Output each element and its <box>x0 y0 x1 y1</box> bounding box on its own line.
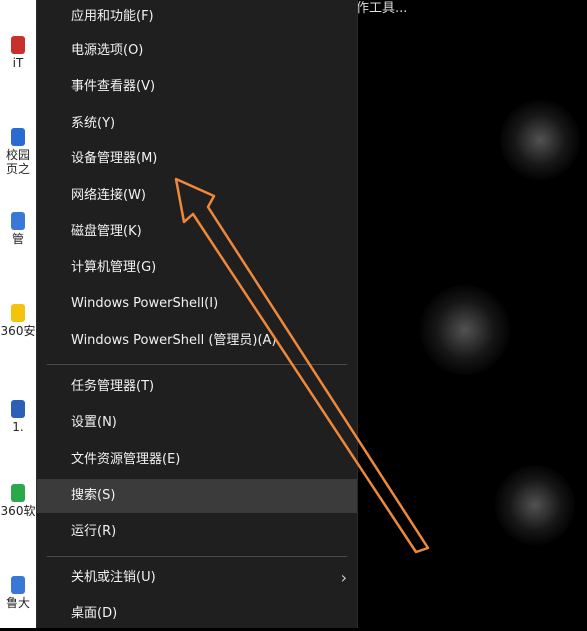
menu-item-powershell-admin[interactable]: Windows PowerShell (管理员)(A) <box>37 324 357 358</box>
document-icon <box>11 400 25 418</box>
menu-item-settings[interactable]: 设置(N) <box>37 406 357 440</box>
desktop-icon-strip: iT 校园 页之 管 360安 1. 360软 鲁大 <box>0 0 36 628</box>
menu-item-search[interactable]: 搜索(S) <box>37 479 357 513</box>
desktop-icon[interactable]: 校园 页之 <box>0 128 36 176</box>
shortcut-icon <box>11 128 25 146</box>
menu-item-system[interactable]: 系统(Y) <box>37 107 357 141</box>
menu-separator <box>47 364 347 365</box>
app-icon <box>11 36 25 54</box>
menu-item-file-explorer[interactable]: 文件资源管理器(E) <box>37 443 357 477</box>
window-title-fragment: 作工具... <box>356 1 408 16</box>
menu-item-power-options[interactable]: 电源选项(O) <box>37 34 357 68</box>
chevron-right-icon: › <box>340 568 347 587</box>
blurred-desktop-icon <box>500 100 580 180</box>
desktop-icon[interactable]: 1. <box>0 400 36 434</box>
app-icon <box>11 304 25 322</box>
menu-item-run[interactable]: 运行(R) <box>37 515 357 549</box>
shortcut-icon <box>11 576 25 594</box>
desktop-icon[interactable]: iT <box>0 36 36 70</box>
winx-context-menu: 应用和功能(F) 电源选项(O) 事件查看器(V) 系统(Y) 设备管理器(M)… <box>36 0 358 628</box>
menu-item-task-manager[interactable]: 任务管理器(T) <box>37 370 357 404</box>
menu-item-label: 关机或注销(U) <box>71 570 156 585</box>
desktop-icon[interactable]: 360软 <box>0 484 36 518</box>
app-icon <box>11 484 25 502</box>
menu-item-event-viewer[interactable]: 事件查看器(V) <box>37 70 357 104</box>
menu-item-powershell[interactable]: Windows PowerShell(I) <box>37 287 357 321</box>
blurred-desktop-icon <box>420 285 510 375</box>
desktop-icon[interactable]: 鲁大 <box>0 576 36 610</box>
desktop-icon[interactable]: 管 <box>0 212 36 246</box>
desktop-icon[interactable]: 360安 <box>0 304 36 338</box>
blurred-desktop-icon <box>495 465 575 545</box>
menu-item-disk-management[interactable]: 磁盘管理(K) <box>37 215 357 249</box>
menu-item-shutdown-signout[interactable]: 关机或注销(U) › <box>37 561 357 595</box>
menu-item-desktop[interactable]: 桌面(D) <box>37 597 357 631</box>
menu-item-device-manager[interactable]: 设备管理器(M) <box>37 142 357 176</box>
menu-item-network-connections[interactable]: 网络连接(W) <box>37 179 357 213</box>
menu-item-computer-management[interactable]: 计算机管理(G) <box>37 251 357 285</box>
menu-separator <box>47 556 347 557</box>
menu-item-apps-features[interactable]: 应用和功能(F) <box>37 0 357 34</box>
shortcut-icon <box>11 212 25 230</box>
